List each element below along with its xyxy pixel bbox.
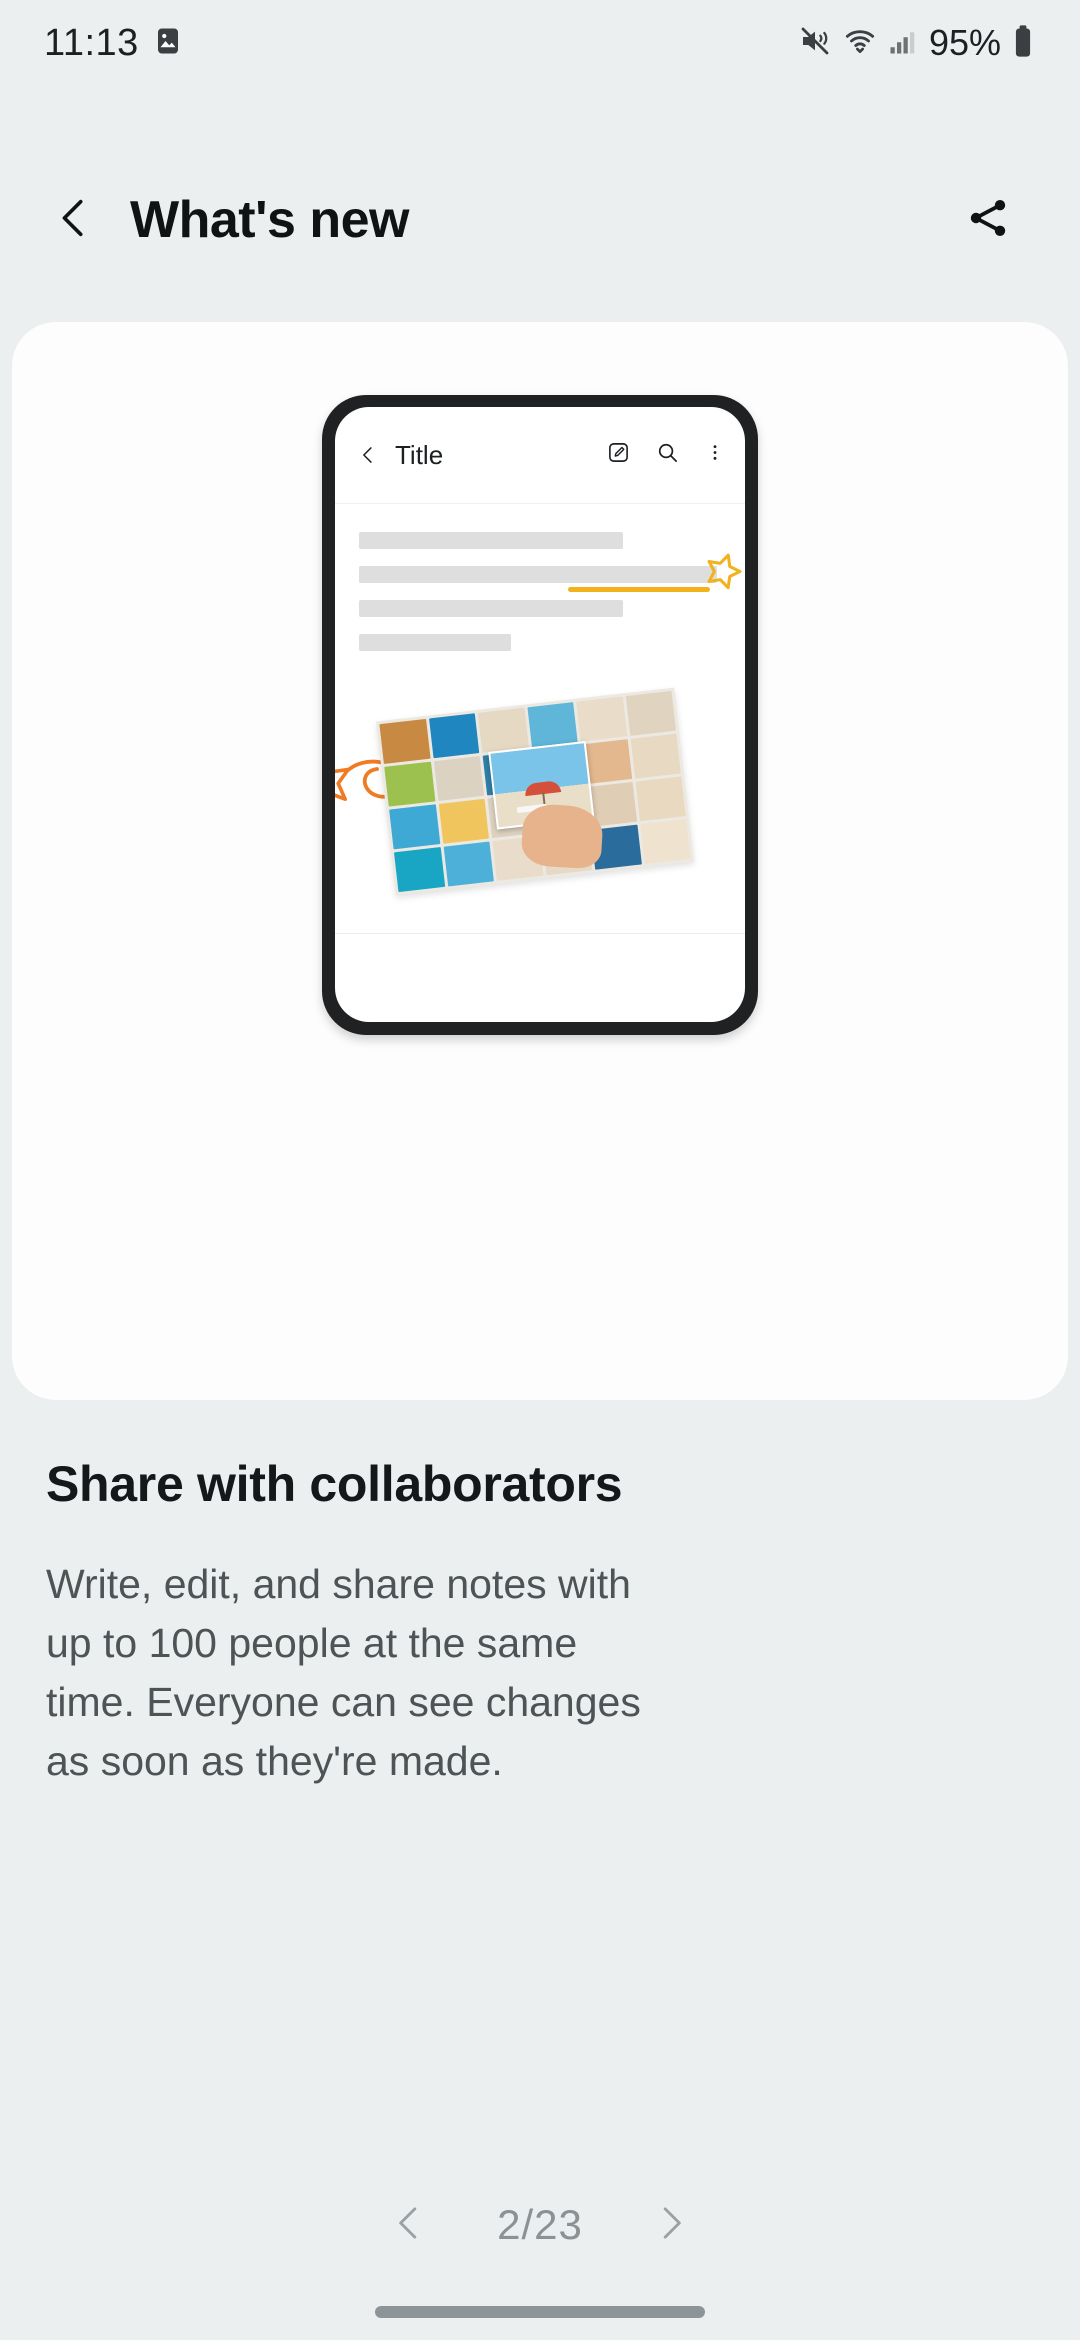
page-counter: 2/23 xyxy=(497,2201,583,2248)
feature-title: Share with collaborators xyxy=(46,1456,623,1512)
collaborator-selection-underline xyxy=(568,587,710,592)
chevron-left-icon xyxy=(389,2203,429,2248)
mockup-app-bar: Title xyxy=(335,407,745,503)
previous-page-button[interactable] xyxy=(373,2189,445,2261)
chevron-left-icon xyxy=(51,195,97,246)
mute-vibrate-icon xyxy=(798,25,832,62)
placeholder-line xyxy=(359,566,718,583)
mockup-note-body xyxy=(335,504,745,896)
status-bar-right: 95% xyxy=(798,22,1034,64)
photo-collage-illustration xyxy=(376,687,694,896)
compose-icon[interactable] xyxy=(607,441,630,469)
placeholder-line xyxy=(359,600,624,617)
placeholder-line xyxy=(359,634,512,651)
mockup-title: Title xyxy=(395,439,444,470)
mockup-back-icon[interactable] xyxy=(351,445,385,465)
share-button[interactable] xyxy=(940,172,1036,268)
phone-mockup-screen: Title xyxy=(335,407,745,1022)
back-button[interactable] xyxy=(26,172,122,268)
status-bar: 11:13 95% xyxy=(0,0,1080,86)
star-cursor-yellow-icon xyxy=(702,546,745,595)
signal-bars-icon xyxy=(888,25,918,62)
next-page-button[interactable] xyxy=(635,2189,707,2261)
app-screen: 11:13 95% What's new Title Share with co… xyxy=(0,0,1080,2340)
placeholder-line xyxy=(359,532,624,549)
chevron-right-icon xyxy=(651,2203,691,2248)
mockup-actions xyxy=(607,441,725,469)
image-icon xyxy=(153,26,183,61)
search-icon[interactable] xyxy=(656,441,679,469)
battery-percent-label: 95% xyxy=(928,22,1001,63)
more-vertical-icon[interactable] xyxy=(705,441,725,469)
clock: 11:13 xyxy=(44,21,139,64)
status-bar-left: 11:13 xyxy=(44,22,183,65)
phone-mockup: Title xyxy=(322,395,758,1035)
feature-description: Write, edit, and share notes with up to … xyxy=(46,1561,641,1784)
share-icon xyxy=(964,194,1012,247)
mockup-bottom-divider xyxy=(335,933,745,934)
app-header: What's new xyxy=(0,160,1080,280)
home-indicator[interactable] xyxy=(375,2306,705,2318)
battery-icon xyxy=(1012,24,1034,63)
wifi-icon xyxy=(843,25,877,62)
pagination-bar: 2/23 xyxy=(0,2175,1080,2275)
page-title: What's new xyxy=(130,191,409,249)
